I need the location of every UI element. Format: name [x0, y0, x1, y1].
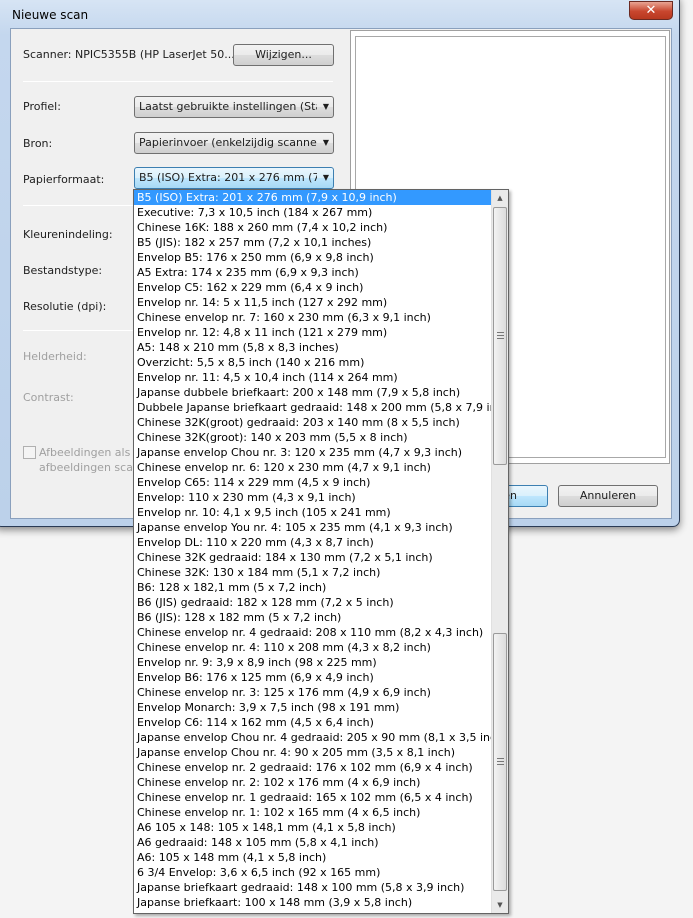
dropdown-option[interactable]: Envelop: 110 x 230 mm (4,3 x 9,1 inch) [134, 490, 491, 505]
dropdown-option[interactable]: Japanse briefkaart gedraaid: 148 x 100 m… [134, 880, 491, 895]
dropdown-option[interactable]: Envelop nr. 11: 4,5 x 10,4 inch (114 x 2… [134, 370, 491, 385]
dropdown-option[interactable]: A6: 105 x 148 mm (4,1 x 5,8 inch) [134, 850, 491, 865]
checkbox-label-line2: afbeeldingen scan [39, 461, 140, 474]
source-label: Bron: [23, 137, 53, 150]
checkbox-label-line1: Afbeeldingen als v [39, 446, 141, 459]
scrollbar-thumb[interactable] [493, 633, 507, 891]
dropdown-items: B5 (ISO) Extra: 201 x 276 mm (7,9 x 10,9… [134, 190, 508, 910]
contrast-label: Contrast: [23, 391, 74, 404]
dropdown-option[interactable]: Chinese envelop nr. 7: 160 x 230 mm (6,3… [134, 310, 491, 325]
resolution-label: Resolutie (dpi): [23, 300, 107, 313]
dropdown-option[interactable]: Japanse dubbele briefkaart: 200 x 148 mm… [134, 385, 491, 400]
dropdown-option[interactable]: Chinese 32K gedraaid: 184 x 130 mm (7,2 … [134, 550, 491, 565]
dropdown-option[interactable]: Envelop nr. 9: 3,9 x 8,9 inch (98 x 225 … [134, 655, 491, 670]
dropdown-option[interactable]: Envelop nr. 10: 4,1 x 9,5 inch (105 x 24… [134, 505, 491, 520]
dropdown-option[interactable]: Envelop Monarch: 3,9 x 7,5 inch (98 x 19… [134, 700, 491, 715]
grip-icon [497, 758, 504, 765]
dropdown-option[interactable]: Envelop nr. 12: 4,8 x 11 inch (121 x 279… [134, 325, 491, 340]
dropdown-option[interactable]: Envelop C5: 162 x 229 mm (6,4 x 9 inch) [134, 280, 491, 295]
paper-size-label: Papierformaat: [23, 173, 105, 186]
file-type-label: Bestandstype: [23, 264, 103, 277]
dropdown-option[interactable]: A6 105 x 148: 105 x 148,1 mm (4,1 x 5,8 … [134, 820, 491, 835]
dropdown-option[interactable]: Envelop C6: 114 x 162 mm (4,5 x 6,4 inch… [134, 715, 491, 730]
dropdown-option[interactable]: B5 (JIS): 182 x 257 mm (7,2 x 10,1 inche… [134, 235, 491, 250]
color-format-label: Kleurenindeling: [23, 228, 113, 241]
dropdown-option[interactable]: Envelop nr. 14: 5 x 11,5 inch (127 x 292… [134, 295, 491, 310]
dropdown-option[interactable]: Envelop B6: 176 x 125 mm (6,9 x 4,9 inch… [134, 670, 491, 685]
dropdown-option[interactable]: Chinese envelop nr. 4: 110 x 208 mm (4,3… [134, 640, 491, 655]
dropdown-option[interactable]: 6 3/4 Envelop: 3,6 x 6,5 inch (92 x 165 … [134, 865, 491, 880]
dropdown-option[interactable]: Chinese 32K(groot): 140 x 203 mm (5,5 x … [134, 430, 491, 445]
scanner-label: Scanner: NPIC5355B (HP LaserJet 50... [23, 48, 235, 61]
paper-size-value: B5 (ISO) Extra: 201 x 276 mm (7,9 x [139, 171, 317, 184]
window-title: Nieuwe scan [12, 8, 89, 22]
dropdown-option[interactable]: Executive: 7,3 x 10,5 inch (184 x 267 mm… [134, 205, 491, 220]
dropdown-option[interactable]: Japanse envelop Chou nr. 4: 90 x 205 mm … [134, 745, 491, 760]
dropdown-option[interactable]: B6 (JIS): 128 x 182 mm (5 x 7,2 inch) [134, 610, 491, 625]
dropdown-option[interactable]: Chinese envelop nr. 1 gedraaid: 165 x 10… [134, 790, 491, 805]
chevron-down-icon: ▼ [322, 138, 329, 147]
dropdown-option[interactable]: Chinese 32K: 130 x 184 mm (5,1 x 7,2 inc… [134, 565, 491, 580]
dropdown-option[interactable]: Envelop C65: 114 x 229 mm (4,5 x 9 inch) [134, 475, 491, 490]
scrollbar[interactable]: ▲ ▼ [491, 190, 508, 913]
dropdown-option[interactable]: Overzicht: 5,5 x 8,5 inch (140 x 216 mm) [134, 355, 491, 370]
chevron-down-icon: ▼ [322, 173, 329, 182]
chevron-down-icon: ▼ [322, 102, 329, 111]
dropdown-option[interactable]: Dubbele Japanse briefkaart gedraaid: 148… [134, 400, 491, 415]
dropdown-option[interactable]: Chinese envelop nr. 4 gedraaid: 208 x 11… [134, 625, 491, 640]
dropdown-option[interactable]: Japanse envelop Chou nr. 3: 120 x 235 mm… [134, 445, 491, 460]
images-checkbox[interactable] [23, 446, 36, 459]
dropdown-option[interactable]: Chinese 16K: 188 x 260 mm (7,4 x 10,2 in… [134, 220, 491, 235]
dropdown-option[interactable]: Chinese envelop nr. 3: 125 x 176 mm (4,9… [134, 685, 491, 700]
dropdown-option[interactable]: Chinese envelop nr. 6: 120 x 230 mm (4,7… [134, 460, 491, 475]
brightness-label: Helderheid: [23, 350, 87, 363]
dropdown-option[interactable]: B6: 128 x 182,1 mm (5 x 7,2 inch) [134, 580, 491, 595]
dropdown-option[interactable]: Chinese envelop nr. 1: 102 x 165 mm (4 x… [134, 805, 491, 820]
dropdown-option[interactable]: Envelop DL: 110 x 220 mm (4,3 x 8,7 inch… [134, 535, 491, 550]
dropdown-option[interactable]: Chinese envelop nr. 2: 102 x 176 mm (4 x… [134, 775, 491, 790]
dropdown-option[interactable]: Japanse envelop You nr. 4: 105 x 235 mm … [134, 520, 491, 535]
divider [23, 81, 333, 82]
cancel-button[interactable]: Annuleren [558, 485, 658, 507]
paper-size-select[interactable]: B5 (ISO) Extra: 201 x 276 mm (7,9 x ▼ [134, 167, 334, 189]
change-scanner-button[interactable]: Wijzigen... [233, 44, 334, 66]
profile-label: Profiel: [23, 100, 61, 113]
source-value: Papierinvoer (enkelzijdig scannen) [139, 136, 317, 149]
dropdown-option[interactable]: Japanse briefkaart: 100 x 148 mm (3,9 x … [134, 895, 491, 910]
dropdown-option[interactable]: A5 Extra: 174 x 235 mm (6,9 x 9,3 inch) [134, 265, 491, 280]
paper-size-dropdown-list[interactable]: B5 (ISO) Extra: 201 x 276 mm (7,9 x 10,9… [133, 189, 509, 914]
profile-select[interactable]: Laatst gebruikte instellingen (Stan ▼ [134, 96, 334, 118]
dropdown-option[interactable]: Chinese envelop nr. 2 gedraaid: 176 x 10… [134, 760, 491, 775]
dropdown-option[interactable]: A6 gedraaid: 148 x 105 mm (5,8 x 4,1 inc… [134, 835, 491, 850]
dropdown-option[interactable]: A5: 148 x 210 mm (5,8 x 8,3 inches) [134, 340, 491, 355]
scroll-down-arrow-icon[interactable]: ▼ [492, 897, 508, 913]
dropdown-option[interactable]: Japanse envelop Chou nr. 4 gedraaid: 205… [134, 730, 491, 745]
grip-icon [497, 332, 504, 339]
dropdown-option[interactable]: B5 (ISO) Extra: 201 x 276 mm (7,9 x 10,9… [134, 190, 491, 205]
scrollbar-thumb[interactable] [493, 207, 507, 465]
scroll-up-arrow-icon[interactable]: ▲ [492, 190, 508, 206]
dropdown-option[interactable]: Envelop B5: 176 x 250 mm (6,9 x 9,8 inch… [134, 250, 491, 265]
source-select[interactable]: Papierinvoer (enkelzijdig scannen) ▼ [134, 132, 334, 154]
close-button[interactable]: ✕ [629, 1, 673, 20]
profile-value: Laatst gebruikte instellingen (Stan [139, 100, 317, 113]
dropdown-option[interactable]: B6 (JIS) gedraaid: 182 x 128 mm (7,2 x 5… [134, 595, 491, 610]
dropdown-option[interactable]: Chinese 32K(groot) gedraaid: 203 x 140 m… [134, 415, 491, 430]
